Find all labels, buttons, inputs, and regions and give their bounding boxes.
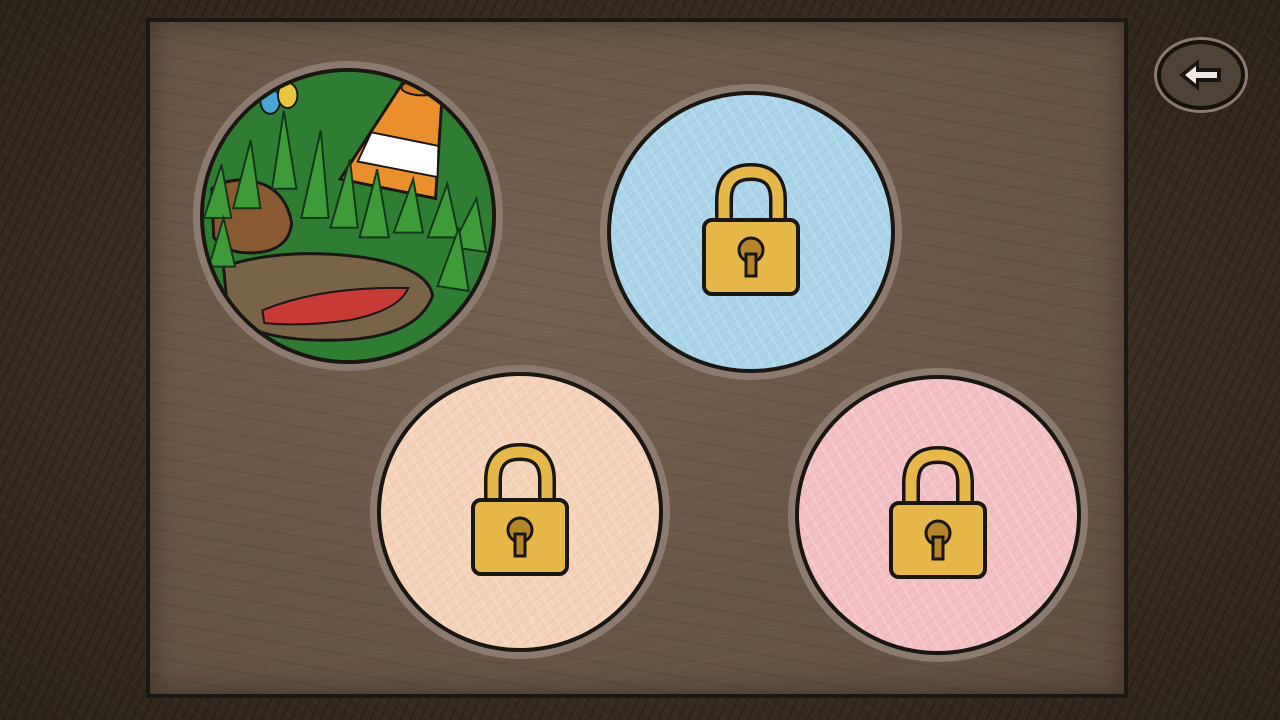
back-button[interactable] [1157,40,1245,110]
grass-cone-scene-icon [204,72,492,360]
padlock-icon [471,442,569,576]
level-2-button[interactable] [607,91,895,373]
padlock-icon [702,162,800,296]
back-arrow-icon [1179,59,1221,91]
level-4-button[interactable] [795,375,1081,655]
padlock-icon [889,445,987,579]
level-3-button[interactable] [377,372,663,652]
level-1-button[interactable] [200,68,496,364]
